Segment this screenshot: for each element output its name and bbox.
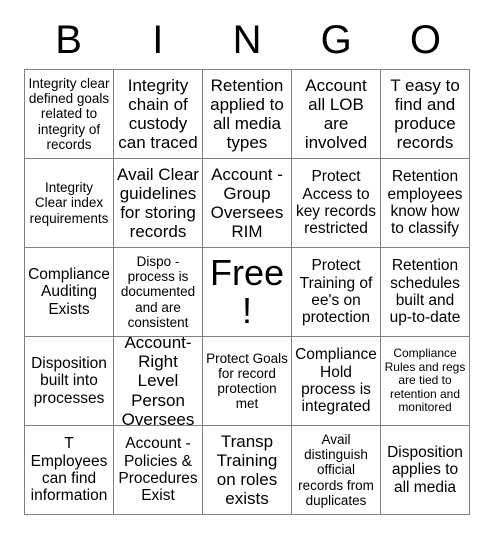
header-letter-g: G [320,18,352,62]
bingo-cell[interactable]: Avail distinguish official records from … [292,426,381,515]
bingo-cell-label: Dispo - process is documented and are co… [120,254,196,330]
bingo-cell[interactable]: Transp Training on roles exists [203,426,292,515]
bingo-cell-label: Disposition applies to all media [387,443,463,496]
bingo-cell-label: Account - Policies & Procedures Exist [118,435,198,505]
bingo-grid: Integrity clear defined goals related to… [24,69,470,515]
bingo-cell-label: Account all LOB are involved [304,75,368,153]
bingo-cell-label: Protect Access to key records restricted [295,168,377,238]
bingo-cell[interactable]: Integrity chain of custody can traced [114,70,203,159]
bingo-free-cell[interactable]: Free! [203,248,292,337]
bingo-cell-label: Disposition built into processes [31,354,107,407]
bingo-cell-label: T Employees can find information [30,435,108,505]
header-letter-o: O [409,18,441,62]
bingo-cell-label: Protect Training of ee's on protection [299,257,373,327]
bingo-cell[interactable]: Dispo - process is documented and are co… [114,248,203,337]
bingo-card: B I N G O Integrity clear defined goals … [0,0,500,544]
bingo-cell-label: Integrity Clear index requirements [29,180,109,226]
bingo-cell[interactable]: Compliance Hold process is integrated [292,337,381,426]
bingo-free-label: Free! [209,252,285,331]
bingo-cell-label: Compliance Hold process is integrated [295,346,377,416]
bingo-cell-label: Protect Goals for record protection met [206,350,288,412]
bingo-cell-label: Retention schedules built and up-to-date [389,257,461,327]
bingo-cell[interactable]: Avail Clear guidelines for storing recor… [114,159,203,248]
bingo-cell-label: Compliance Auditing Exists [28,265,110,318]
bingo-cell-label: Account- Right Level Person Oversees [121,337,195,426]
bingo-cell[interactable]: Account- Right Level Person Oversees [114,337,203,426]
bingo-cell[interactable]: Retention employees know how to classify [381,159,470,248]
bingo-cell[interactable]: T easy to find and produce records [381,70,470,159]
bingo-cell[interactable]: Account - Group Oversees RIM [203,159,292,248]
bingo-cell-label: Retention applied to all media types [210,75,284,153]
bingo-cell[interactable]: Retention schedules built and up-to-date [381,248,470,337]
bingo-cell-label: Account - Group Oversees RIM [210,164,284,242]
bingo-cell[interactable]: Account - Policies & Procedures Exist [114,426,203,515]
header-letter-i: I [152,18,164,62]
bingo-cell-label: Integrity clear defined goals related to… [28,76,110,152]
bingo-cell-label: Transp Training on roles exists [216,431,278,509]
bingo-cell[interactable]: Disposition built into processes [25,337,114,426]
bingo-cell[interactable]: Protect Access to key records restricted [292,159,381,248]
bingo-cell-label: Compliance Rules and regs are tied to re… [384,346,466,415]
bingo-cell[interactable]: Compliance Rules and regs are tied to re… [381,337,470,426]
header-letter-b: B [55,18,82,62]
bingo-cell-label: Retention employees know how to classify [387,168,463,238]
bingo-cell[interactable]: Protect Goals for record protection met [203,337,292,426]
bingo-cell[interactable]: Compliance Auditing Exists [25,248,114,337]
bingo-cell[interactable]: T Employees can find information [25,426,114,515]
bingo-cell[interactable]: Integrity Clear index requirements [25,159,114,248]
bingo-cell[interactable]: Account all LOB are involved [292,70,381,159]
bingo-cell-label: Avail distinguish official records from … [298,432,374,508]
bingo-header: B I N G O [24,12,470,68]
bingo-cell[interactable]: Integrity clear defined goals related to… [25,70,114,159]
bingo-cell-label: Integrity chain of custody can traced [118,75,198,153]
bingo-cell[interactable]: Protect Training of ee's on protection [292,248,381,337]
bingo-cell[interactable]: Retention applied to all media types [203,70,292,159]
bingo-cell-label: T easy to find and produce records [390,75,460,153]
bingo-cell-label: Avail Clear guidelines for storing recor… [117,164,199,242]
header-letter-n: N [232,18,262,62]
bingo-cell[interactable]: Disposition applies to all media [381,426,470,515]
